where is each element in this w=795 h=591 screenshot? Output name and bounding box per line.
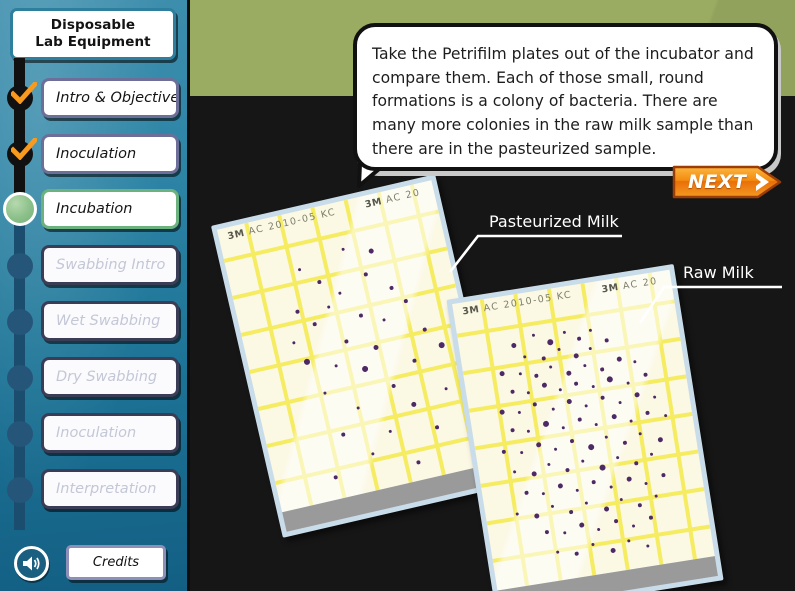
sidebar-item-wet-swabbing[interactable]: Wet Swabbing [41,301,179,341]
progress-node-8 [7,477,33,503]
sidebar-item-swabbing-intro[interactable]: Swabbing Intro [41,245,179,285]
sound-toggle-button[interactable] [14,546,49,581]
sidebar-item-label: Swabbing Intro [56,257,166,273]
instruction-text: Take the Petrifilm plates out of the inc… [372,45,754,158]
progress-node-7 [7,421,33,447]
speaker-icon [23,556,40,571]
sidebar-item-label: Wet Swabbing [56,313,161,329]
page-title-line2: Lab Equipment [35,34,151,50]
sidebar-item-label: Dry Swabbing [56,369,158,385]
sidebar-item-interpretation[interactable]: Interpretation [41,469,179,509]
sidebar-item-label: Intro & Objectives [56,90,179,106]
pasteurized-callout-label: Pasteurized Milk [489,212,619,231]
sidebar: Disposable Lab Equipment Intro & Objecti… [0,0,190,591]
raw-milk-callout-label: Raw Milk [683,263,754,282]
pasteurized-callout-text: Pasteurized Milk [489,212,619,231]
progress-node-3-current [3,192,37,226]
sidebar-item-label: Incubation [56,201,133,217]
credits-button[interactable]: Credits [66,545,166,580]
sidebar-item-inoculation-1[interactable]: Inoculation [41,134,179,174]
page-title-line1: Disposable [50,17,136,34]
sidebar-item-inoculation-2[interactable]: Inoculation [41,413,179,453]
next-button-label: NEXT [688,171,747,193]
checkmark-icon-2 [11,138,37,160]
checkmark-icon-1 [11,82,37,104]
sidebar-item-label: Inoculation [56,425,137,441]
sidebar-item-intro-objectives[interactable]: Intro & Objectives [41,78,179,118]
sidebar-item-label: Interpretation [56,481,157,497]
progress-node-5 [7,309,33,335]
progress-node-6 [7,365,33,391]
raw-milk-callout-text: Raw Milk [683,263,754,282]
progress-track-completed [14,58,25,208]
credits-label: Credits [92,555,140,570]
sidebar-item-incubation[interactable]: Incubation [41,189,179,229]
progress-node-4 [7,253,33,279]
application-window: Disposable Lab Equipment Intro & Objecti… [0,0,795,591]
page-title: Disposable Lab Equipment [10,8,176,60]
sidebar-item-label: Inoculation [56,146,137,162]
sidebar-item-dry-swabbing[interactable]: Dry Swabbing [41,357,179,397]
